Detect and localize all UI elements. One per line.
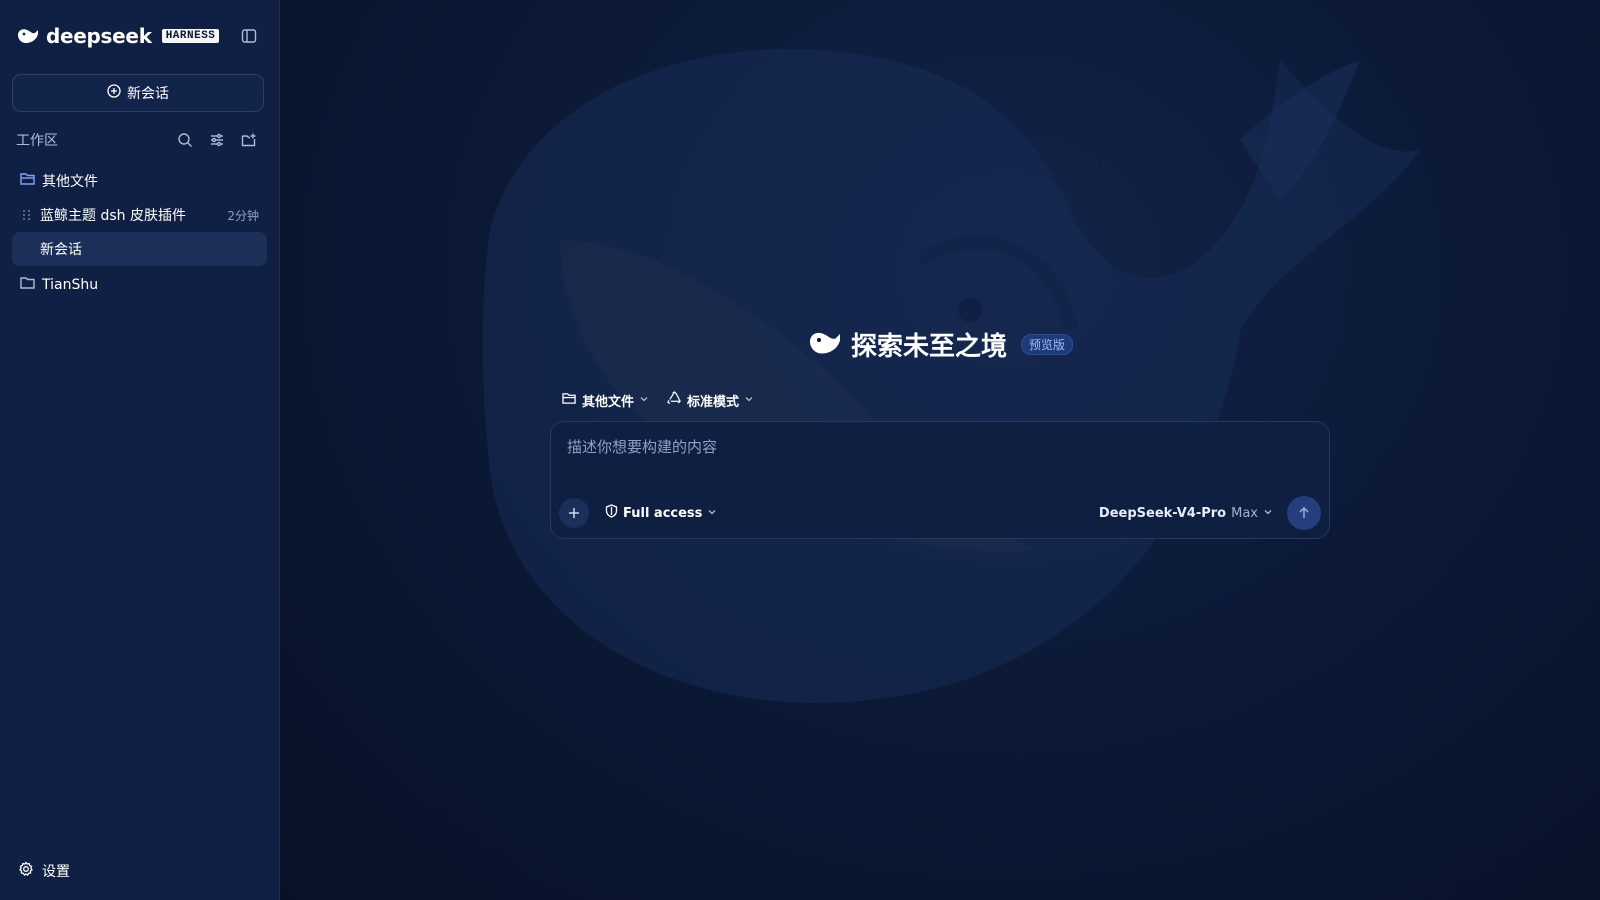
session-label: 新会话 — [40, 242, 82, 258]
folder-selector[interactable]: 其他文件 — [562, 391, 649, 410]
tree-folder-other-files[interactable]: 其他文件 — [12, 164, 267, 198]
folder-icon — [562, 392, 577, 409]
plus-circle-icon — [107, 84, 121, 102]
settings-button[interactable]: 设置 — [12, 854, 76, 888]
arrow-up-icon — [1299, 506, 1309, 518]
new-folder-icon[interactable] — [235, 126, 263, 154]
hero-title: 探索未至之境 — [850, 332, 1007, 362]
brand: deepseek HARNESS — [16, 24, 220, 48]
shield-icon — [605, 504, 618, 522]
sidebar-toggle-icon[interactable] — [235, 22, 263, 50]
filter-icon[interactable] — [203, 126, 231, 154]
session-item-new-chat[interactable]: 新会话 — [12, 232, 267, 266]
app-window: deepseek HARNESS 新会话 工作区 其他文件 蓝鲸主题 dsh 皮… — [0, 0, 1600, 900]
access-selector[interactable]: Full access — [605, 504, 717, 522]
whale-icon — [16, 26, 40, 46]
folder-selector-label: 其他文件 — [582, 394, 635, 410]
access-label: Full access — [623, 505, 703, 521]
new-chat-label: 新会话 — [127, 86, 169, 102]
workspace-tree: 其他文件 蓝鲸主题 dsh 皮肤插件 2分钟 新会话 TianShu — [12, 164, 267, 302]
mode-selector[interactable]: 标准模式 — [667, 391, 754, 410]
workspace-tools — [171, 126, 263, 154]
chevron-down-icon — [1263, 506, 1273, 521]
model-selector[interactable]: DeepSeek-V4-Pro Max — [1099, 506, 1273, 521]
chevron-down-icon — [707, 506, 717, 521]
settings-label: 设置 — [42, 864, 70, 880]
tree-folder-label: 其他文件 — [42, 174, 98, 190]
folder-icon — [20, 276, 36, 294]
tree-folder-label: TianShu — [42, 277, 99, 293]
main-area: 探索未至之境 预览版 其他文件 标准模式 描述你想要构建的内容 Full acc… — [280, 0, 1600, 900]
plus-icon — [569, 508, 579, 518]
session-item-skin-plugin[interactable]: 蓝鲸主题 dsh 皮肤插件 2分钟 — [12, 198, 267, 232]
model-name: DeepSeek-V4-Pro — [1098, 505, 1227, 521]
hero: 探索未至之境 预览版 — [280, 326, 1600, 363]
folder-open-icon — [20, 172, 36, 190]
mode-selector-label: 标准模式 — [687, 394, 740, 410]
brand-row: deepseek HARNESS — [12, 0, 267, 72]
model-level: Max — [1231, 505, 1258, 521]
chevron-down-icon — [744, 393, 754, 408]
preview-badge: 预览版 — [1021, 334, 1074, 355]
whale-icon — [807, 328, 843, 362]
search-icon[interactable] — [171, 126, 199, 154]
new-chat-button[interactable]: 新会话 — [12, 74, 264, 112]
composer-toolbar: Full access DeepSeek-V4-Pro Max — [559, 496, 1321, 530]
tree-folder-tianshu[interactable]: TianShu — [12, 268, 267, 302]
workspace-title: 工作区 — [16, 133, 58, 149]
prompt-composer: Full access DeepSeek-V4-Pro Max — [550, 421, 1330, 539]
chevron-down-icon — [639, 393, 649, 408]
composer-left-tools: Full access — [559, 498, 717, 528]
add-attachment-button[interactable] — [559, 498, 589, 528]
session-label: 蓝鲸主题 dsh 皮肤插件 — [40, 208, 186, 224]
session-time: 2分钟 — [227, 208, 259, 223]
drag-handle-icon[interactable] — [22, 209, 32, 225]
gear-icon — [18, 861, 34, 881]
composer-right-tools: DeepSeek-V4-Pro Max — [1099, 496, 1321, 530]
workspace-header: 工作区 — [12, 126, 267, 154]
prompt-input[interactable] — [567, 436, 1307, 476]
brand-name: deepseek — [46, 24, 152, 48]
composer-area: 其他文件 标准模式 描述你想要构建的内容 Full access DeepSee… — [550, 385, 1330, 539]
selector-row: 其他文件 标准模式 — [550, 385, 1330, 415]
brand-badge: HARNESS — [161, 29, 220, 43]
sidebar: deepseek HARNESS 新会话 工作区 其他文件 蓝鲸主题 dsh 皮… — [0, 0, 280, 900]
recycle-icon — [667, 391, 682, 409]
send-button[interactable] — [1287, 496, 1321, 530]
